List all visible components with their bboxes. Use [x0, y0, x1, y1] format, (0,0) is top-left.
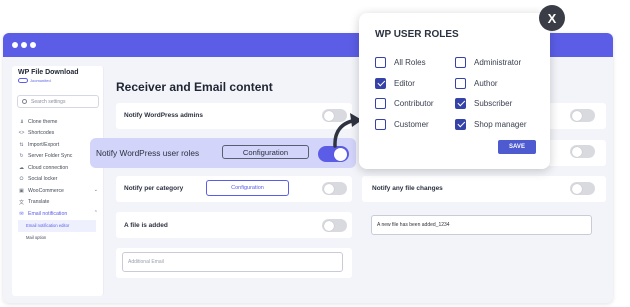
notify-admins-label: Notify WordPress admins — [124, 112, 203, 119]
window-controls — [12, 42, 36, 48]
brand-byline: Joomunited — [18, 78, 51, 83]
file-added-message-input[interactable]: A new file has been added_1234 — [371, 215, 592, 235]
role-author[interactable]: Author — [455, 78, 498, 89]
sync-icon: ↻ — [19, 153, 24, 160]
role-customer[interactable]: Customer — [375, 119, 429, 130]
window-dot-icon[interactable] — [21, 42, 27, 48]
sidebar-item-label: Cloud connection — [28, 164, 69, 171]
checkbox-icon[interactable] — [375, 119, 386, 130]
notify-any-file-changes-label: Notify any file changes — [372, 185, 443, 192]
notify-any-file-changes-toggle[interactable] — [570, 182, 595, 195]
checkbox-checked-icon[interactable] — [375, 78, 386, 89]
notify-user-roles-configuration-button[interactable]: Configuration — [222, 145, 309, 159]
role-editor[interactable]: Editor — [375, 78, 415, 89]
toggle-knob — [571, 110, 582, 121]
brand-name: WP File Download — [18, 69, 79, 76]
role-label: Subscriber — [474, 99, 513, 108]
search-icon — [22, 99, 27, 104]
sidebar-item-clone-theme[interactable]: ⫫ Clone theme — [16, 116, 104, 128]
additional-email-input[interactable]: Additional Email — [122, 252, 343, 272]
checkbox-icon[interactable] — [455, 57, 466, 68]
clone-icon: ⫫ — [20, 118, 23, 125]
sidebar-item-woocommerce[interactable]: ▣ WooCommerce ⌄ — [16, 185, 104, 197]
sidebar-item-shortcodes[interactable]: <> Shortcodes — [16, 128, 104, 140]
cloud-icon: ☁ — [19, 164, 24, 171]
checkbox-icon[interactable] — [375, 98, 386, 109]
sidebar-subitem-mail-option[interactable]: Mail option — [18, 232, 96, 244]
notify-per-category-label: Notify per category — [124, 185, 184, 192]
role-label: Contributor — [394, 99, 434, 108]
sidebar-item-label: Import/Export — [28, 141, 60, 148]
notify-per-category-toggle[interactable] — [322, 182, 347, 195]
close-button[interactable]: X — [539, 5, 565, 31]
toggle-knob — [571, 146, 582, 157]
mail-icon: ✉ — [19, 210, 24, 217]
import-export-icon: ⇅ — [19, 141, 24, 148]
role-label: Administrator — [474, 58, 522, 67]
search-placeholder: Search settings — [31, 99, 66, 105]
sidebar-item-label: WooCommerce — [28, 187, 64, 194]
share-icon: ⭘ — [19, 176, 24, 183]
user-roles-popup: WP USER ROLES All Roles Administrator Ed… — [359, 13, 550, 169]
window-dot-icon[interactable] — [12, 42, 18, 48]
checkbox-checked-icon[interactable] — [455, 119, 466, 130]
right-top-toggle[interactable] — [570, 109, 595, 122]
sidebar-item-translate[interactable]: 文 Translate — [16, 197, 104, 209]
sidebar: WP File Download Joomunited Search setti… — [12, 66, 104, 296]
sidebar-subitem-label: Email notification editor — [26, 223, 70, 228]
file-added-label: A file is added — [124, 222, 168, 229]
role-label: Shop manager — [474, 120, 527, 129]
save-button[interactable]: SAVE — [498, 140, 536, 154]
notify-per-category-configuration-button[interactable]: Configuration — [206, 180, 289, 196]
sidebar-subitem-email-notification-editor[interactable]: Email notification editor — [18, 219, 96, 232]
translate-icon: 文 — [18, 199, 24, 206]
sidebar-nav: ⫫ Clone theme <> Shortcodes ⇅ Import/Exp… — [16, 116, 104, 244]
toggle-knob — [571, 183, 582, 194]
toggle-knob — [323, 183, 334, 194]
sidebar-item-label: Translate — [28, 199, 50, 206]
code-icon: <> — [18, 130, 25, 137]
brand-byline-text: Joomunited — [30, 78, 51, 83]
page-title: Receiver and Email content — [116, 80, 273, 94]
right-mid-toggle[interactable] — [570, 145, 595, 158]
role-contributor[interactable]: Contributor — [375, 98, 434, 109]
toggle-knob — [323, 220, 334, 231]
role-subscriber[interactable]: Subscriber — [455, 98, 512, 109]
joomunited-logo-icon — [18, 78, 28, 83]
woocommerce-icon: ▣ — [19, 187, 24, 194]
role-label: Author — [474, 79, 498, 88]
search-input[interactable]: Search settings — [17, 95, 99, 108]
notify-user-roles-label: Notify WordPress user roles — [96, 148, 200, 158]
checkbox-checked-icon[interactable] — [455, 98, 466, 109]
file-added-toggle[interactable] — [322, 219, 347, 232]
checkbox-icon[interactable] — [455, 78, 466, 89]
chevron-up-icon: ⌃ — [93, 210, 98, 216]
sidebar-item-label: Shortcodes — [28, 130, 55, 137]
role-all-roles[interactable]: All Roles — [375, 57, 426, 68]
sidebar-item-label: Clone theme — [28, 118, 58, 125]
role-label: Customer — [394, 120, 429, 129]
sidebar-subitem-label: Mail option — [26, 235, 47, 240]
role-label: Editor — [394, 79, 415, 88]
sidebar-item-label: Server Folder Sync — [28, 153, 73, 160]
popup-title: WP USER ROLES — [375, 29, 459, 40]
sidebar-item-label: Email notification — [28, 210, 68, 217]
checkbox-icon[interactable] — [375, 57, 386, 68]
stage: WP File Download Joomunited Search setti… — [0, 0, 630, 307]
chevron-down-icon: ⌄ — [93, 187, 98, 193]
role-label: All Roles — [394, 58, 426, 67]
role-administrator[interactable]: Administrator — [455, 57, 521, 68]
window-dot-icon[interactable] — [30, 42, 36, 48]
sidebar-item-social-locker[interactable]: ⭘ Social locker — [16, 174, 104, 186]
role-shop-manager[interactable]: Shop manager — [455, 119, 526, 130]
sidebar-item-email-notification[interactable]: ✉ Email notification ⌃ — [16, 208, 104, 220]
sidebar-item-label: Social locker — [28, 176, 58, 183]
